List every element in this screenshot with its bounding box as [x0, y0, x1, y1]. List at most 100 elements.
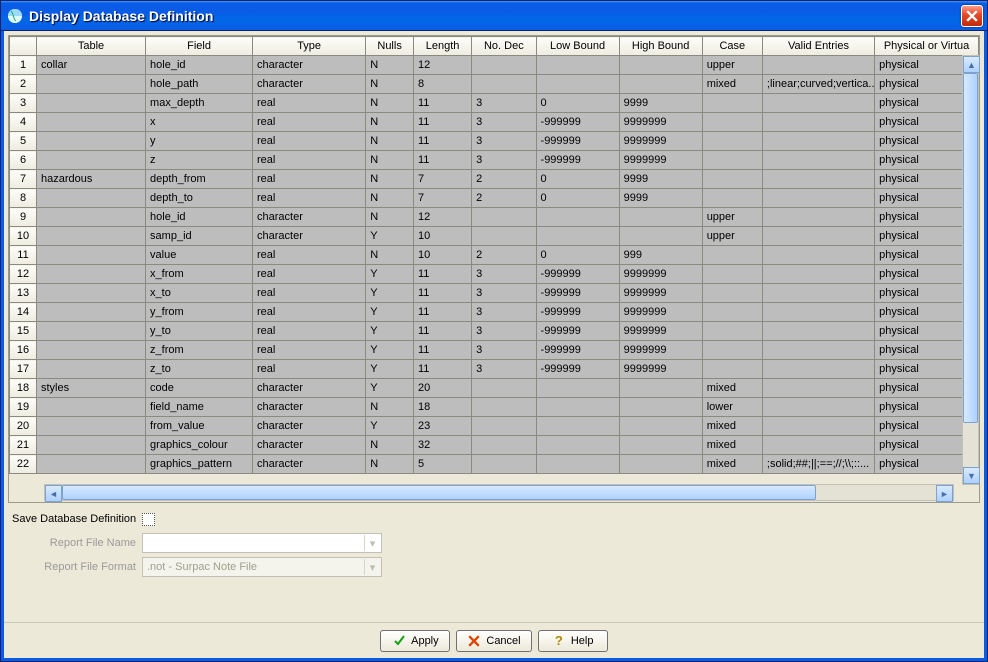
- cell-high[interactable]: 9999999: [619, 341, 702, 360]
- cell-valid[interactable]: [762, 113, 874, 132]
- cell-high[interactable]: 9999999: [619, 303, 702, 322]
- column-header[interactable]: Type: [253, 37, 366, 56]
- chevron-down-icon[interactable]: ▾: [364, 559, 380, 575]
- row-number[interactable]: 15: [10, 322, 37, 341]
- cell-valid[interactable]: [762, 436, 874, 455]
- cell-high[interactable]: [619, 455, 702, 474]
- cell-table[interactable]: [37, 208, 146, 227]
- table-row[interactable]: 6zrealN113-9999999999999physical: [10, 151, 979, 170]
- cell-nulls[interactable]: N: [366, 246, 414, 265]
- cell-type[interactable]: real: [253, 94, 366, 113]
- cell-nulls[interactable]: N: [366, 113, 414, 132]
- close-button[interactable]: [961, 5, 983, 27]
- cell-valid[interactable]: [762, 322, 874, 341]
- cell-valid[interactable]: [762, 151, 874, 170]
- cell-dec[interactable]: 3: [472, 360, 536, 379]
- cell-table[interactable]: [37, 360, 146, 379]
- cell-table[interactable]: [37, 189, 146, 208]
- cell-nulls[interactable]: N: [366, 132, 414, 151]
- cell-type[interactable]: character: [253, 56, 366, 75]
- table-row[interactable]: 12x_fromrealY113-9999999999999physical: [10, 265, 979, 284]
- cell-case[interactable]: [702, 132, 762, 151]
- cell-high[interactable]: [619, 436, 702, 455]
- cell-field[interactable]: hole_id: [146, 208, 253, 227]
- cell-dec[interactable]: [472, 208, 536, 227]
- cell-valid[interactable]: [762, 398, 874, 417]
- cell-high[interactable]: 9999: [619, 189, 702, 208]
- cell-field[interactable]: hole_id: [146, 56, 253, 75]
- cell-length[interactable]: 11: [413, 341, 471, 360]
- cell-valid[interactable]: ;solid;##;||;==;//;\\;::...: [762, 455, 874, 474]
- cell-low[interactable]: -999999: [536, 265, 619, 284]
- cell-high[interactable]: 999: [619, 246, 702, 265]
- cell-type[interactable]: character: [253, 398, 366, 417]
- table-row[interactable]: 13x_torealY113-9999999999999physical: [10, 284, 979, 303]
- cell-table[interactable]: styles: [37, 379, 146, 398]
- cell-table[interactable]: collar: [37, 56, 146, 75]
- cell-low[interactable]: [536, 455, 619, 474]
- cell-table[interactable]: [37, 132, 146, 151]
- cell-nulls[interactable]: N: [366, 189, 414, 208]
- cell-high[interactable]: [619, 417, 702, 436]
- row-number[interactable]: 9: [10, 208, 37, 227]
- table-row[interactable]: 18stylescodecharacterY20mixedphysical: [10, 379, 979, 398]
- cell-case[interactable]: mixed: [702, 75, 762, 94]
- cell-low[interactable]: -999999: [536, 284, 619, 303]
- cell-low[interactable]: [536, 398, 619, 417]
- cell-case[interactable]: [702, 341, 762, 360]
- cell-table[interactable]: [37, 284, 146, 303]
- table-row[interactable]: 8depth_torealN7209999physical: [10, 189, 979, 208]
- scroll-down-icon[interactable]: ▼: [963, 467, 980, 484]
- table-row[interactable]: 9hole_idcharacterN12upperphysical: [10, 208, 979, 227]
- table-row[interactable]: 15y_torealY113-9999999999999physical: [10, 322, 979, 341]
- cell-valid[interactable]: [762, 170, 874, 189]
- cell-field[interactable]: value: [146, 246, 253, 265]
- cell-type[interactable]: real: [253, 265, 366, 284]
- table-row[interactable]: 5yrealN113-9999999999999physical: [10, 132, 979, 151]
- cell-case[interactable]: mixed: [702, 417, 762, 436]
- cell-field[interactable]: code: [146, 379, 253, 398]
- cell-nulls[interactable]: Y: [366, 227, 414, 246]
- row-number[interactable]: 4: [10, 113, 37, 132]
- horizontal-scrollbar[interactable]: ◄ ►: [44, 484, 954, 501]
- cell-low[interactable]: -999999: [536, 322, 619, 341]
- cell-dec[interactable]: [472, 379, 536, 398]
- column-header[interactable]: Low Bound: [536, 37, 619, 56]
- cell-length[interactable]: 20: [413, 379, 471, 398]
- column-header[interactable]: Valid Entries: [762, 37, 874, 56]
- cell-high[interactable]: [619, 227, 702, 246]
- table-row[interactable]: 11valuerealN1020999physical: [10, 246, 979, 265]
- cell-low[interactable]: -999999: [536, 132, 619, 151]
- cell-nulls[interactable]: Y: [366, 284, 414, 303]
- cell-valid[interactable]: [762, 341, 874, 360]
- column-header[interactable]: Length: [413, 37, 471, 56]
- table-row[interactable]: 21graphics_colourcharacterN32mixedphysic…: [10, 436, 979, 455]
- cell-valid[interactable]: [762, 132, 874, 151]
- cell-length[interactable]: 18: [413, 398, 471, 417]
- cell-type[interactable]: character: [253, 208, 366, 227]
- cell-table[interactable]: hazardous: [37, 170, 146, 189]
- apply-button[interactable]: Apply: [380, 630, 450, 652]
- cell-low[interactable]: 0: [536, 170, 619, 189]
- cell-case[interactable]: [702, 265, 762, 284]
- cell-case[interactable]: mixed: [702, 455, 762, 474]
- row-number[interactable]: 7: [10, 170, 37, 189]
- help-button[interactable]: ? Help: [538, 630, 608, 652]
- row-number[interactable]: 21: [10, 436, 37, 455]
- cell-dec[interactable]: [472, 227, 536, 246]
- cell-dec[interactable]: 3: [472, 151, 536, 170]
- column-header[interactable]: Physical or Virtua: [875, 37, 979, 56]
- cell-valid[interactable]: ;linear;curved;vertica...: [762, 75, 874, 94]
- cell-type[interactable]: real: [253, 284, 366, 303]
- scroll-left-icon[interactable]: ◄: [45, 485, 62, 502]
- cell-length[interactable]: 12: [413, 208, 471, 227]
- cell-length[interactable]: 11: [413, 113, 471, 132]
- cell-nulls[interactable]: N: [366, 94, 414, 113]
- row-number[interactable]: 10: [10, 227, 37, 246]
- cancel-button[interactable]: Cancel: [456, 630, 531, 652]
- cell-low[interactable]: [536, 75, 619, 94]
- cell-table[interactable]: [37, 246, 146, 265]
- cell-dec[interactable]: 2: [472, 189, 536, 208]
- cell-dec[interactable]: [472, 56, 536, 75]
- cell-low[interactable]: -999999: [536, 341, 619, 360]
